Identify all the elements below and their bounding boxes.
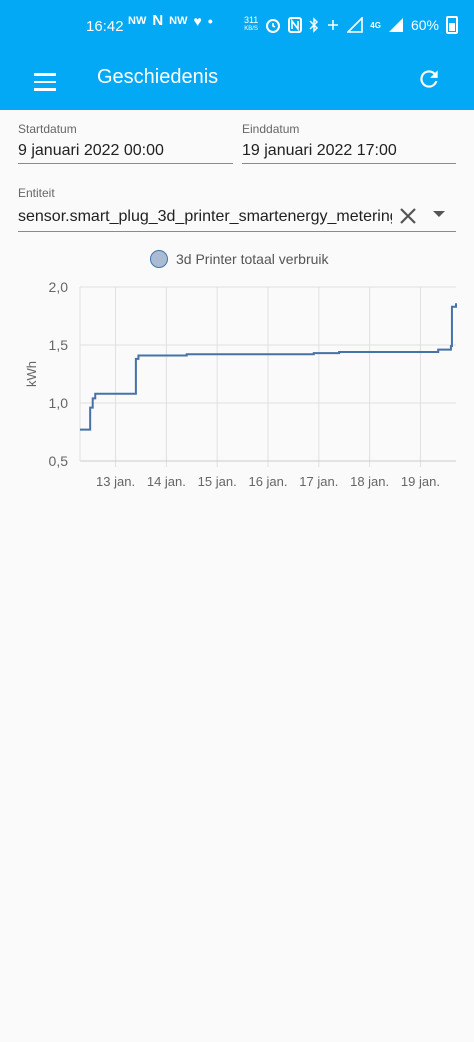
hamburger-icon[interactable] [34, 68, 60, 96]
x-tick-label: 17 jan. [299, 474, 338, 489]
y-tick-label: 0,5 [49, 453, 69, 469]
x-axis-ticks: 13 jan. 14 jan. 15 jan. 16 jan. 17 jan. 18 ja… [96, 474, 440, 489]
bluetooth-icon [309, 17, 319, 33]
status-time: 16:42 [86, 18, 124, 35]
net-speed: 311 KB/S [243, 15, 259, 33]
x-tick-label: 15 jan. [198, 474, 237, 489]
end-date-underline [242, 163, 456, 164]
signal-icon [347, 17, 364, 33]
vibrate-icon [328, 20, 339, 30]
battery-icon [446, 16, 458, 34]
x-tick-label: 18 jan. [350, 474, 389, 489]
y-tick-label: 1,5 [49, 337, 69, 353]
x-tick-label: 16 jan. [248, 474, 287, 489]
end-date-value[interactable]: 19 januari 2022 17:00 [242, 142, 456, 160]
news-icon: NW [128, 15, 147, 27]
network-type: 4G [370, 20, 381, 30]
x-tick-label: 19 jan. [401, 474, 440, 489]
app-bar: Geschiedenis [0, 54, 474, 110]
page-title: Geschiedenis [97, 66, 219, 88]
start-date-value[interactable]: 9 januari 2022 00:00 [18, 142, 233, 160]
status-bar: 16:42 NW N NW ♥ • 311 KB/S 4G 60% [0, 0, 474, 54]
health-icon: ♥ [193, 13, 202, 29]
y-tick-label: 2,0 [49, 279, 69, 295]
entity-value[interactable]: sensor.smart_plug_3d_printer_smartenergy… [18, 208, 392, 226]
start-date-field[interactable]: Startdatum 9 januari 2022 00:00 [18, 122, 233, 164]
end-date-label: Einddatum [242, 122, 300, 136]
system-icons: 311 KB/S 4G 60% [244, 16, 458, 34]
news-icon-2: NW [169, 15, 188, 27]
signal-icon-2 [388, 18, 403, 32]
legend-swatch [150, 250, 168, 268]
n-app-icon: N [152, 12, 164, 29]
y-axis-label: kWh [24, 361, 39, 387]
screen: 16:42 NW N NW ♥ • 311 KB/S 4G 60% Geschi [0, 0, 474, 1042]
entity-field[interactable]: Entiteit sensor.smart_plug_3d_printer_sm… [18, 186, 456, 232]
notification-icons: NW N NW ♥ • [128, 12, 213, 29]
chart-legend[interactable]: 3d Printer totaal verbruik [150, 250, 329, 268]
more-dot-icon: • [207, 13, 213, 29]
battery-percent: 60% [410, 17, 439, 33]
chevron-down-icon[interactable] [433, 211, 445, 217]
entity-underline [18, 231, 456, 232]
history-chart: 2,0 1,5 1,0 0,5 13 jan. 14 jan. 15 jan. 16 jan… [24, 279, 457, 489]
entity-label: Entiteit [18, 186, 55, 200]
refresh-icon[interactable] [416, 66, 442, 92]
alarm-icon [266, 19, 281, 33]
start-date-label: Startdatum [18, 122, 77, 136]
y-tick-label: 1,0 [49, 395, 69, 411]
nfc-icon [288, 17, 303, 33]
clear-icon[interactable] [398, 206, 418, 226]
legend-label: 3d Printer totaal verbruik [176, 251, 329, 267]
x-tick-label: 13 jan. [96, 474, 135, 489]
end-date-field[interactable]: Einddatum 19 januari 2022 17:00 [242, 122, 456, 164]
x-tick-label: 14 jan. [147, 474, 186, 489]
start-date-underline [18, 163, 233, 164]
y-axis-ticks: 2,0 1,5 1,0 0,5 [49, 279, 69, 469]
